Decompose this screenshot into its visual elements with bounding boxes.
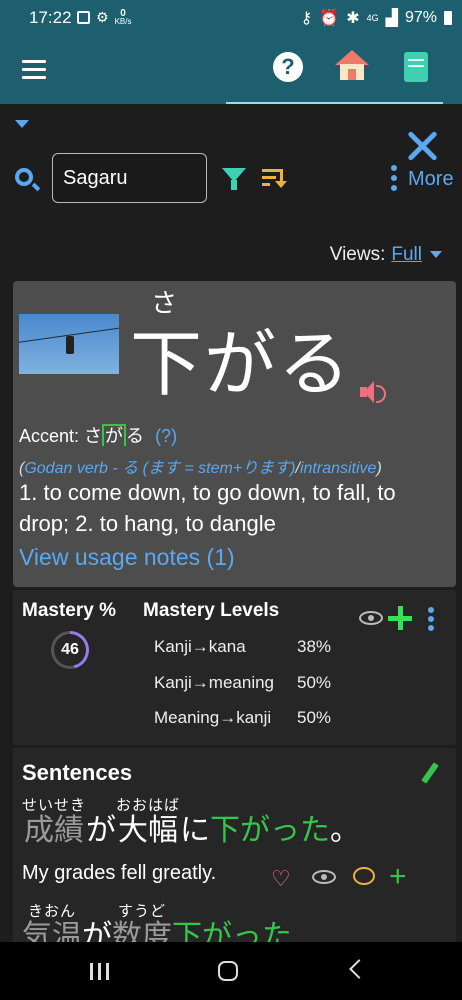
views-value[interactable]: Full	[391, 244, 422, 265]
sentence-segment: 下がった	[210, 814, 330, 848]
sentence-word[interactable]: 大幅	[116, 814, 180, 848]
accent-high-mora: が	[102, 424, 127, 446]
battery-icon	[444, 11, 452, 25]
eye-icon[interactable]	[359, 611, 383, 625]
more-dots-icon[interactable]	[428, 607, 434, 634]
pencil-icon[interactable]	[421, 762, 439, 784]
gallery-icon	[77, 11, 90, 24]
japanese-sentence: せいせき 成績がおおはば 大幅に下がった。	[22, 796, 360, 848]
status-left-icons: ⚙ 0 KB/s	[77, 7, 132, 26]
menu-icon[interactable]	[22, 60, 46, 84]
level-value: 50%	[297, 673, 332, 692]
mastery-ring: 46	[51, 631, 89, 669]
sentence-punctuation: 。	[330, 813, 361, 848]
transitivity-link[interactable]: intransitive	[300, 460, 376, 477]
comment-icon[interactable]	[353, 867, 375, 885]
add-outline-icon[interactable]: +	[389, 862, 407, 892]
views-label: Views:	[329, 244, 386, 265]
status-time: 17:22	[29, 8, 72, 27]
pitch-accent: Accent: さがる (?)	[19, 422, 177, 448]
word-meaning: 1. to come down, to go down, to fall, to…	[19, 480, 396, 536]
sentences-card: Sentences せいせき 成績がおおはば 大幅に下がった。 My grades …	[13, 748, 456, 948]
chevron-down-icon[interactable]	[430, 251, 442, 259]
level-label: Meaning→kanji	[154, 708, 272, 727]
level-value: 38%	[297, 637, 332, 656]
verb-type-link[interactable]: Godan verb - る (ます = stem+ります)	[24, 460, 295, 477]
accent-label: Accent:	[19, 426, 80, 446]
status-bar: 17:22 ⚙ 0 KB/s ⚷ ⏰ ✱ 4G ▟ 97%	[0, 0, 462, 34]
sentence-word: に	[180, 813, 211, 848]
word-image[interactable]	[19, 314, 119, 374]
level-value: 50%	[297, 708, 332, 727]
status-right-icons: ⚷ ⏰ ✱ 4G ▟ 97%	[301, 8, 452, 28]
speaker-icon[interactable]	[360, 381, 386, 403]
book-icon[interactable]	[404, 52, 428, 82]
sentence-word[interactable]: 成績	[22, 814, 86, 848]
accent-help-link[interactable]: (?)	[155, 426, 177, 446]
views-selector[interactable]: Views: Full	[330, 244, 442, 266]
furigana: すうど	[117, 902, 166, 920]
heart-icon[interactable]: ♡	[271, 868, 291, 890]
grammar-info: (Godan verb - る (ます = stem+ります)/intransi…	[19, 454, 382, 478]
home-nav-icon[interactable]	[218, 961, 238, 981]
furigana: せいせき	[22, 796, 87, 814]
sentence-segment: おおはば 大幅	[116, 796, 180, 848]
sentence-translation: My grades fell greatly.	[22, 862, 217, 884]
search-icon[interactable]	[15, 168, 33, 186]
more-button[interactable]: More	[408, 168, 454, 191]
recent-apps-icon[interactable]	[90, 963, 109, 980]
system-nav-bar	[0, 942, 462, 1000]
search-input[interactable]	[52, 153, 207, 203]
close-icon[interactable]	[406, 130, 438, 162]
sentence-segment: に	[180, 814, 210, 848]
sentence-segment: せいせき 成績	[22, 796, 86, 848]
word-card: さ 下がる Accent: さがる (?) (Godan verb - る (ま…	[13, 281, 456, 587]
collapse-caret-icon[interactable]	[15, 120, 29, 128]
sort-icon[interactable]	[262, 169, 288, 189]
paren: )	[376, 460, 382, 477]
network-type: 4G	[366, 13, 379, 23]
active-tab-indicator	[226, 102, 443, 104]
battery-percent: 97%	[404, 9, 437, 26]
level-label: Kanji→meaning	[154, 673, 275, 692]
furigana: きおん	[27, 902, 76, 920]
network-speed: 0 KB/s	[114, 7, 132, 26]
sentence-segment: 。	[330, 814, 360, 848]
bluetooth-icon: ✱	[346, 10, 360, 27]
accent-mora: さ	[84, 426, 103, 446]
mastery-title: Mastery %	[22, 600, 116, 621]
signal-icon: ▟	[385, 10, 398, 27]
more-dots-icon[interactable]	[391, 165, 397, 195]
level-label: Kanji→kana	[154, 637, 246, 656]
word-kanji: 下がる	[130, 322, 353, 406]
help-icon[interactable]: ?	[273, 52, 303, 82]
levels-title: Mastery Levels	[143, 600, 280, 621]
accent-mora: る	[126, 426, 145, 446]
settings-icon: ⚙	[96, 9, 109, 25]
filter-icon[interactable]	[222, 168, 246, 190]
back-icon[interactable]	[349, 959, 369, 979]
furigana: おおはば	[116, 796, 181, 814]
eye-icon[interactable]	[312, 870, 336, 884]
mastery-percent: 46	[54, 634, 86, 666]
sentences-title: Sentences	[22, 760, 133, 785]
app-bar: ?	[0, 34, 462, 104]
usage-notes-link[interactable]: View usage notes (1)	[19, 544, 235, 571]
alarm-icon: ⏰	[319, 10, 340, 27]
sentence-segment: が	[86, 814, 116, 848]
target-word[interactable]: 下がった	[210, 814, 330, 848]
home-icon[interactable]	[333, 48, 371, 87]
key-icon: ⚷	[300, 10, 313, 27]
add-icon[interactable]	[388, 606, 412, 630]
mastery-card: Mastery % 46 Mastery Levels Kanji→kana 3…	[13, 590, 456, 745]
sentence-word: が	[86, 813, 117, 848]
